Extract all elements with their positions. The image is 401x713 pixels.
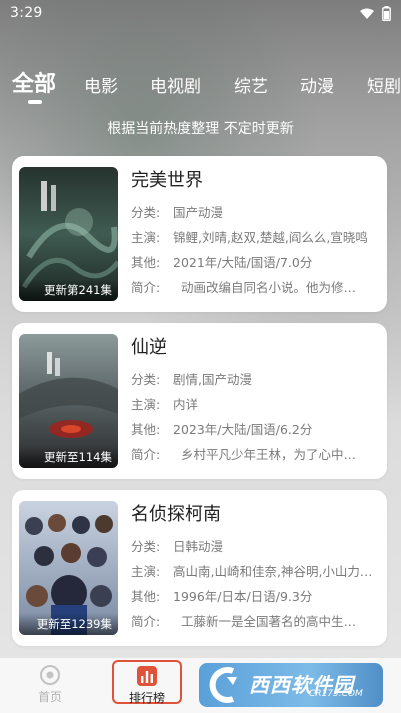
item-title[interactable]: 仙逆 <box>131 335 377 361</box>
wifi-icon <box>360 8 374 19</box>
nav-home[interactable]: 首页 <box>15 664 85 705</box>
item-title[interactable]: 名侦探柯南 <box>131 502 377 528</box>
ranking-chart-icon <box>137 666 157 686</box>
other-row: 其他: 2023年/大陆/国语/6.2分 <box>131 417 377 442</box>
poster[interactable]: 更新至1239集 <box>19 501 118 635</box>
category-value: 国产动漫 <box>173 205 224 220</box>
watermark-url: CR173.COM <box>309 689 363 699</box>
watermark-logo-icon <box>209 667 237 703</box>
tab-anime[interactable]: 动漫 <box>300 72 334 97</box>
other-value: 2023年/大陆/国语/6.2分 <box>173 422 313 437</box>
home-icon <box>40 665 60 685</box>
cast-row: 主演: 锦鲤,刘晴,赵双,楚越,阎么么,宣晓鸣 <box>131 225 377 250</box>
intro-value: 动画改编自同名小说。他为修… <box>181 280 357 295</box>
battery-icon <box>382 6 391 21</box>
bottom-nav: 首页 排行榜 西西软件园 CR173.COM <box>0 657 401 713</box>
watermark-logo: 西西软件园 CR173.COM <box>199 663 383 707</box>
cast-row: 主演: 高山南,山崎和佳奈,神谷明,小山力… <box>131 559 377 584</box>
other-label: 其他: <box>131 422 161 437</box>
cast-value: 高山南,山崎和佳奈,神谷明,小山力… <box>173 564 373 579</box>
intro-label: 简介: <box>131 280 161 295</box>
list-item[interactable]: 更新至1239集 名侦探柯南 分类: 日韩动漫 主演: 高山南,山崎和佳奈,神谷明,… <box>12 490 387 646</box>
episode-badge: 更新至114集 <box>19 446 118 468</box>
nav-ranking[interactable]: 排行榜 <box>112 660 182 705</box>
poster[interactable]: 更新第241集 <box>19 167 118 301</box>
intro-label: 简介: <box>131 447 161 462</box>
status-time: 3:29 <box>10 5 43 21</box>
episode-badge: 更新第241集 <box>19 279 118 301</box>
item-info: 仙逆 分类: 剧情,国产动漫 主演: 内详 其他: 2023年/大陆/国语/6.2分 … <box>131 335 377 467</box>
category-tabs: 全部 电影 电视剧 综艺 动漫 短剧 <box>0 60 401 108</box>
status-bar: 3:29 <box>0 0 401 28</box>
active-tab-indicator <box>28 100 42 104</box>
item-info: 完美世界 分类: 国产动漫 主演: 锦鲤,刘晴,赵双,楚越,阎么么,宣晓鸣 其他: 2… <box>131 168 377 300</box>
tab-tv-series[interactable]: 电视剧 <box>150 72 201 97</box>
item-meta: 分类: 国产动漫 主演: 锦鲤,刘晴,赵双,楚越,阎么么,宣晓鸣 其他: 2021年/… <box>131 200 377 300</box>
category-value: 日韩动漫 <box>173 539 224 554</box>
category-row: 分类: 国产动漫 <box>131 200 377 225</box>
intro-value: 工藤新一是全国著名的高中生… <box>181 614 357 629</box>
tab-short-drama[interactable]: 短剧 <box>367 72 401 97</box>
tab-all[interactable]: 全部 <box>12 66 56 98</box>
intro-label: 简介: <box>131 614 161 629</box>
tab-variety[interactable]: 综艺 <box>234 72 268 97</box>
other-value: 2021年/大陆/国语/7.0分 <box>173 255 313 270</box>
item-title[interactable]: 完美世界 <box>131 168 377 194</box>
item-info: 名侦探柯南 分类: 日韩动漫 主演: 高山南,山崎和佳奈,神谷明,小山力… 其他: 1… <box>131 502 377 634</box>
category-row: 分类: 日韩动漫 <box>131 534 377 559</box>
category-value: 剧情,国产动漫 <box>173 372 252 387</box>
category-label: 分类: <box>131 205 161 220</box>
cast-row: 主演: 内详 <box>131 392 377 417</box>
intro-row: 简介: 动画改编自同名小说。他为修… <box>131 275 377 300</box>
intro-row: 简介: 乡村平凡少年王林，为了心中… <box>131 442 377 467</box>
cast-label: 主演: <box>131 397 161 412</box>
cast-label: 主演: <box>131 564 161 579</box>
nav-ranking-label: 排行榜 <box>128 691 165 705</box>
item-meta: 分类: 剧情,国产动漫 主演: 内详 其他: 2023年/大陆/国语/6.2分 简介:… <box>131 367 377 467</box>
category-row: 分类: 剧情,国产动漫 <box>131 367 377 392</box>
other-row: 其他: 1996年/日本/日语/9.3分 <box>131 584 377 609</box>
list-item[interactable]: 更新第241集 完美世界 分类: 国产动漫 主演: 锦鲤,刘晴,赵双,楚越,阎么么,… <box>12 156 387 312</box>
cast-label: 主演: <box>131 230 161 245</box>
cast-value: 锦鲤,刘晴,赵双,楚越,阎么么,宣晓鸣 <box>173 230 368 245</box>
other-row: 其他: 2021年/大陆/国语/7.0分 <box>131 250 377 275</box>
other-label: 其他: <box>131 255 161 270</box>
episode-badge: 更新至1239集 <box>19 613 118 635</box>
category-label: 分类: <box>131 372 161 387</box>
poster[interactable]: 更新至114集 <box>19 334 118 468</box>
list-item[interactable]: 更新至114集 仙逆 分类: 剧情,国产动漫 主演: 内详 其他: 2023年/大陆/… <box>12 323 387 479</box>
intro-row: 简介: 工藤新一是全国著名的高中生… <box>131 609 377 634</box>
tab-movies[interactable]: 电影 <box>84 72 118 97</box>
item-meta: 分类: 日韩动漫 主演: 高山南,山崎和佳奈,神谷明,小山力… 其他: 1996年/日… <box>131 534 377 634</box>
cast-value: 内详 <box>173 397 199 412</box>
other-value: 1996年/日本/日语/9.3分 <box>173 589 313 604</box>
ranking-subtitle: 根据当前热度整理 不定时更新 <box>107 121 294 137</box>
screen: 3:29 全部 电影 电视剧 综艺 动漫 短剧 根据当前热度整理 不定时更新 更… <box>0 0 401 713</box>
nav-home-label: 首页 <box>37 690 62 704</box>
status-icons <box>360 6 391 21</box>
other-label: 其他: <box>131 589 161 604</box>
category-label: 分类: <box>131 539 161 554</box>
intro-value: 乡村平凡少年王林，为了心中… <box>181 447 357 462</box>
